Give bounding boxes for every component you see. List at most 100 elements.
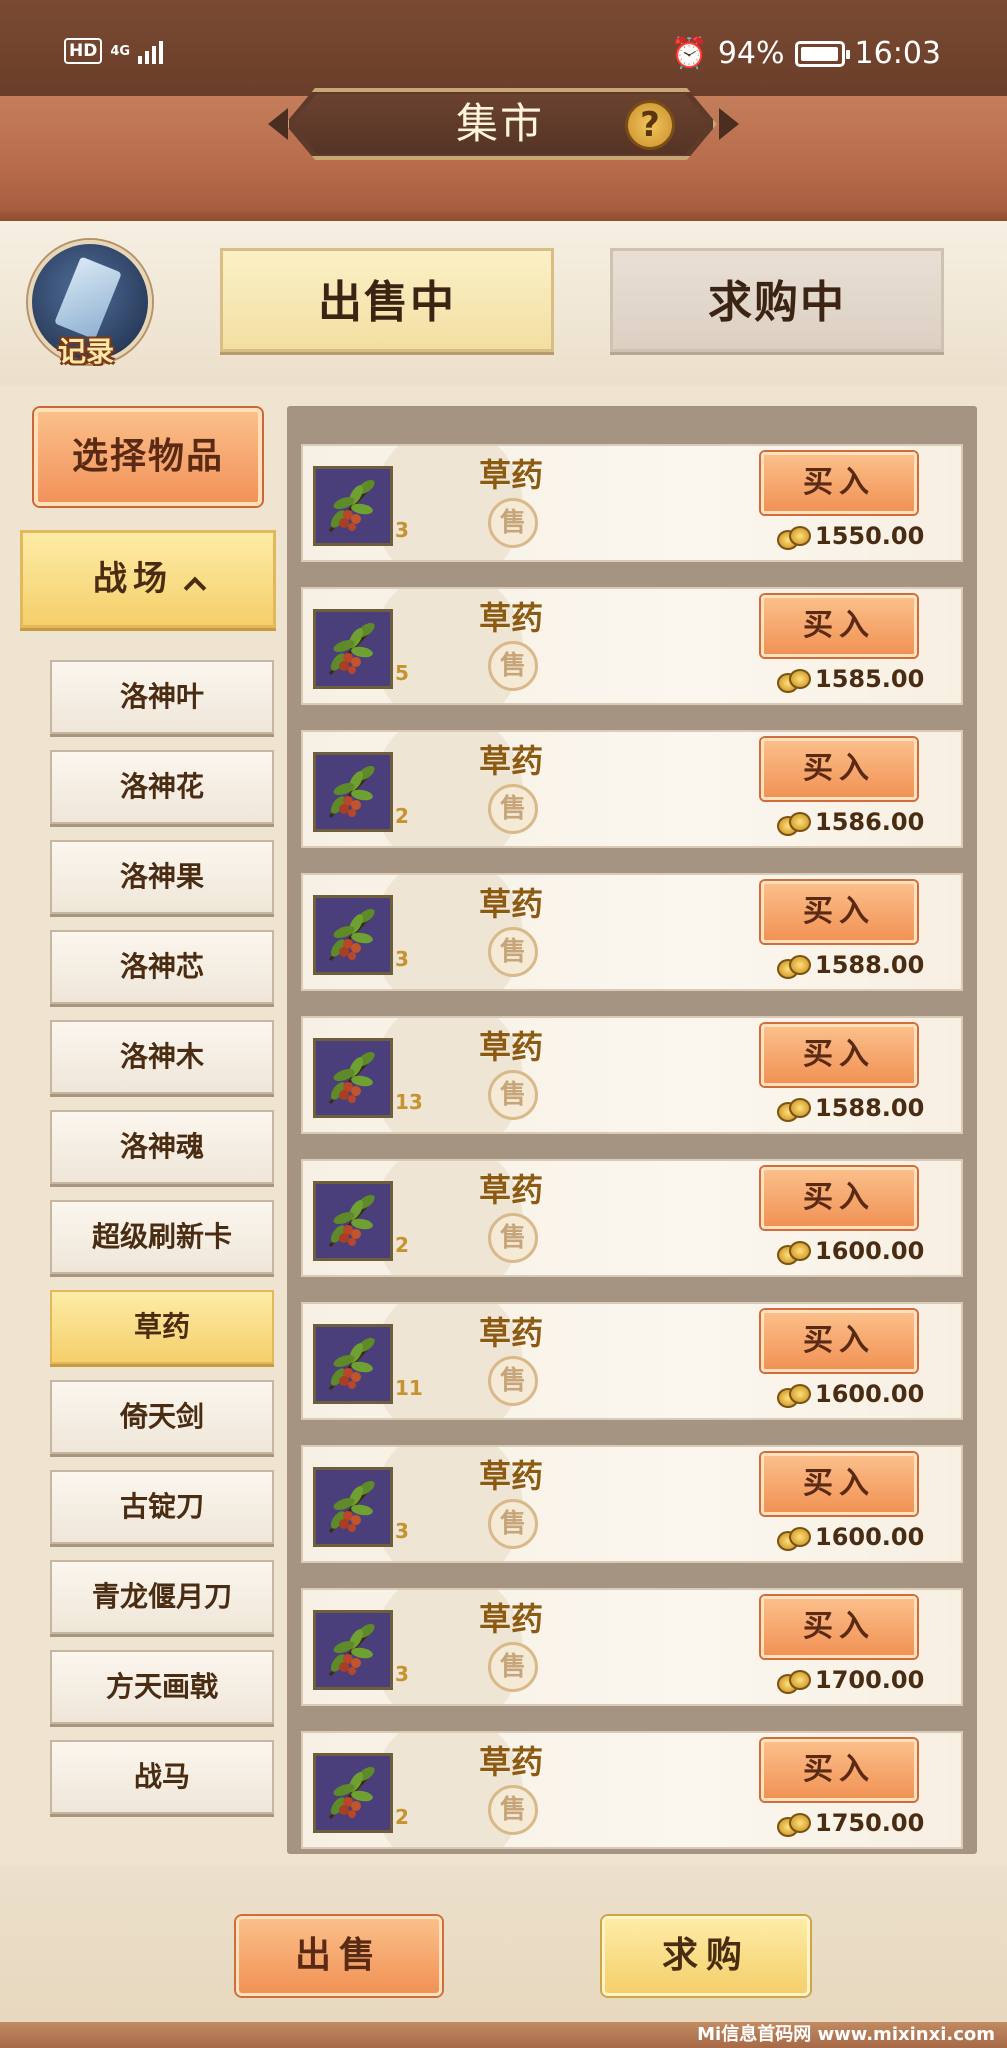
- herb-icon: [328, 622, 376, 676]
- herb-icon: [328, 1337, 376, 1391]
- tab-selling[interactable]: 出售中: [220, 248, 554, 352]
- sell-seal-icon: 售: [488, 1213, 538, 1263]
- item-thumbnail[interactable]: [313, 609, 393, 689]
- item-quantity: 13: [395, 1090, 423, 1114]
- plate-right-ornament: [719, 108, 739, 140]
- item-thumbnail[interactable]: [313, 1181, 393, 1261]
- listing-row: 3 草药售 买入 1700.00: [301, 1588, 963, 1706]
- status-left: HD 4G: [64, 38, 164, 64]
- buy-button[interactable]: 买入: [761, 1167, 917, 1229]
- help-icon[interactable]: ?: [625, 100, 675, 150]
- coin-icon: [777, 1670, 811, 1696]
- item-quantity: 11: [395, 1376, 423, 1400]
- item-quantity: 3: [395, 1662, 409, 1686]
- item-thumbnail[interactable]: [313, 1610, 393, 1690]
- buy-button[interactable]: 买入: [761, 595, 917, 657]
- item-price: 1600.00: [815, 1237, 925, 1265]
- item-quantity: 3: [395, 1519, 409, 1543]
- listing-row: 2 草药售 买入 1600.00: [301, 1159, 963, 1277]
- sidebar-item-luoshen-ye[interactable]: 洛神叶: [50, 660, 274, 734]
- sell-button[interactable]: 出售: [236, 1916, 442, 1996]
- sidebar-item-war-horse[interactable]: 战马: [50, 1740, 274, 1814]
- item-quantity: 2: [395, 1233, 409, 1257]
- item-price: 1700.00: [815, 1666, 925, 1694]
- item-name: 草药: [479, 1457, 544, 1495]
- item-name: 草药: [479, 885, 544, 923]
- sidebar-item-luoshen-hua[interactable]: 洛神花: [50, 750, 274, 824]
- item-price: 1588.00: [815, 951, 925, 979]
- watermark: Mi信息首码网 www.mixinxi.com: [697, 2024, 995, 2045]
- sell-seal-icon: 售: [488, 784, 538, 834]
- select-item-button[interactable]: 选择物品: [34, 408, 262, 506]
- herb-icon: [328, 479, 376, 533]
- buy-button[interactable]: 买入: [761, 1596, 917, 1658]
- buy-button[interactable]: 买入: [761, 881, 917, 943]
- item-price: 1600.00: [815, 1523, 925, 1551]
- sidebar-item-luoshen-mu[interactable]: 洛神木: [50, 1020, 274, 1094]
- sidebar-item-super-refresh-card[interactable]: 超级刷新卡: [50, 1200, 274, 1274]
- coin-icon: [777, 526, 811, 552]
- herb-icon: [328, 1766, 376, 1820]
- record-label[interactable]: 记录: [58, 330, 114, 370]
- item-quantity: 2: [395, 804, 409, 828]
- buy-button[interactable]: 买入: [761, 452, 917, 514]
- listing-row: 3 草药售 买入 1550.00: [301, 444, 963, 562]
- listing-row: 2 草药售 买入 1750.00: [301, 1731, 963, 1849]
- listing-row: 2 草药售 买入 1586.00: [301, 730, 963, 848]
- item-name: 草药: [479, 742, 544, 780]
- item-thumbnail[interactable]: [313, 466, 393, 546]
- request-buy-button[interactable]: 求购: [602, 1916, 810, 1996]
- herb-icon: [328, 1194, 376, 1248]
- listing-panel[interactable]: 3 草药售买入 1550.00 5 草药售买入 1585.00 2 草药售买入 1586.00 3…: [287, 406, 977, 1854]
- alarm-icon: ⏰: [670, 36, 708, 71]
- buy-button[interactable]: 买入: [761, 1024, 917, 1086]
- item-thumbnail[interactable]: [313, 1038, 393, 1118]
- item-thumbnail[interactable]: [313, 1324, 393, 1404]
- sidebar-item-herb[interactable]: 草药: [50, 1290, 274, 1364]
- sidebar-item-luoshen-hun[interactable]: 洛神魂: [50, 1110, 274, 1184]
- item-name: 草药: [479, 456, 544, 494]
- category-dropdown-battlefield[interactable]: 战场: [20, 530, 276, 628]
- item-name: 草药: [479, 1743, 544, 1781]
- item-price: 1588.00: [815, 1094, 925, 1122]
- item-price: 1600.00: [815, 1380, 925, 1408]
- coin-icon: [777, 1241, 811, 1267]
- item-thumbnail[interactable]: [313, 1467, 393, 1547]
- coin-icon: [777, 669, 811, 695]
- network-indicator: 4G: [110, 43, 131, 59]
- item-thumbnail[interactable]: [313, 752, 393, 832]
- item-thumbnail[interactable]: [313, 895, 393, 975]
- sidebar-item-guding-blade[interactable]: 古锭刀: [50, 1470, 274, 1544]
- item-name: 草药: [479, 1028, 544, 1066]
- listing-row: 3 草药售 买入 1600.00: [301, 1445, 963, 1563]
- buy-button[interactable]: 买入: [761, 738, 917, 800]
- coin-icon: [777, 1384, 811, 1410]
- status-right: ⏰ 94% 16:03: [670, 36, 941, 71]
- sidebar-item-yitian-sword[interactable]: 倚天剑: [50, 1380, 274, 1454]
- sell-seal-icon: 售: [488, 927, 538, 977]
- item-name: 草药: [479, 1314, 544, 1352]
- battery-icon: [794, 40, 850, 67]
- buy-button[interactable]: 买入: [761, 1739, 917, 1801]
- herb-icon: [328, 1480, 376, 1534]
- item-thumbnail[interactable]: [313, 1753, 393, 1833]
- item-name: 草药: [479, 1600, 544, 1638]
- buy-button[interactable]: 买入: [761, 1453, 917, 1515]
- sidebar-item-qinglong-blade[interactable]: 青龙偃月刀: [50, 1560, 274, 1634]
- page-title: 集市: [455, 99, 544, 148]
- item-price: 1585.00: [815, 665, 925, 693]
- status-bar: HD 4G ⏰ 94% 16:03: [0, 0, 1007, 96]
- sidebar-item-luoshen-xin[interactable]: 洛神芯: [50, 930, 274, 1004]
- buy-button[interactable]: 买入: [761, 1310, 917, 1372]
- tab-buying[interactable]: 求购中: [610, 248, 944, 352]
- signal-icon: [138, 38, 164, 64]
- sidebar-item-luoshen-guo[interactable]: 洛神果: [50, 840, 274, 914]
- chevron-up-icon: [183, 576, 207, 600]
- item-quantity: 3: [395, 518, 409, 542]
- item-quantity: 2: [395, 1805, 409, 1829]
- sell-seal-icon: 售: [488, 498, 538, 548]
- category-sidebar: 选择物品 战场 洛神叶 洛神花 洛神果 洛神芯 洛神木 洛神魂 超级刷新卡 草药…: [0, 386, 278, 1866]
- sidebar-item-fangtian-halberd[interactable]: 方天画戟: [50, 1650, 274, 1724]
- coin-icon: [777, 955, 811, 981]
- listing-row: 13 草药售 买入 1588.00: [301, 1016, 963, 1134]
